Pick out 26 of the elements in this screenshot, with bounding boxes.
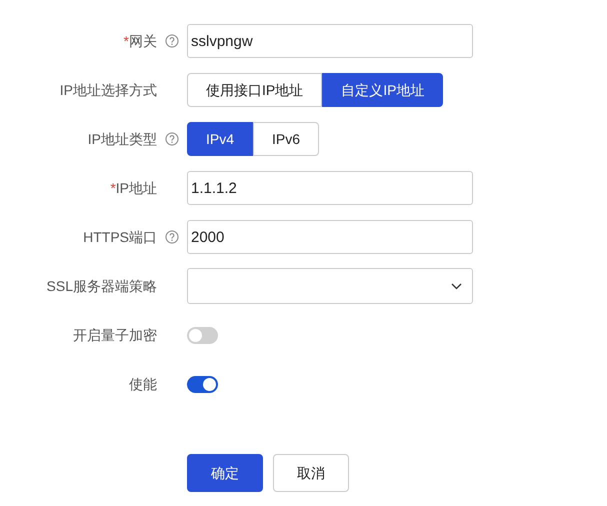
select-field[interactable] bbox=[187, 268, 473, 304]
chevron-down-icon bbox=[451, 282, 462, 290]
toggle-switch[interactable] bbox=[187, 376, 218, 392]
required-mark: * bbox=[124, 32, 129, 50]
input-field[interactable]: 1.1.1.2 bbox=[187, 171, 473, 205]
cancel-button[interactable]: 取消 bbox=[273, 454, 349, 492]
help-icon[interactable] bbox=[165, 230, 179, 244]
toggle-switch[interactable] bbox=[187, 326, 218, 344]
input-field[interactable]: sslvpngw bbox=[187, 24, 473, 58]
segment-option[interactable]: 使用接口IP地址 bbox=[187, 73, 322, 107]
field-label: 网关 bbox=[129, 32, 157, 50]
segment-option[interactable]: IPv6 bbox=[253, 122, 320, 156]
help-icon[interactable] bbox=[165, 34, 179, 48]
help-icon[interactable] bbox=[165, 132, 179, 146]
segment-option[interactable]: IPv4 bbox=[187, 122, 254, 156]
required-mark: * bbox=[110, 178, 116, 198]
field-label: 使能 bbox=[129, 374, 157, 394]
field-label: IP地址选择方式 bbox=[60, 80, 157, 100]
input-field[interactable]: 2000 bbox=[187, 220, 473, 254]
field-label: 开启量子加密 bbox=[73, 326, 157, 344]
field-label: IP地址类型 bbox=[88, 130, 157, 148]
field-label: HTTPS端口 bbox=[83, 228, 157, 246]
confirm-button[interactable]: 确定 bbox=[187, 454, 263, 492]
field-label: SSL服务器端策略 bbox=[46, 276, 157, 296]
field-label: IP地址 bbox=[116, 178, 157, 198]
segment-option[interactable]: 自定义IP地址 bbox=[322, 73, 444, 107]
